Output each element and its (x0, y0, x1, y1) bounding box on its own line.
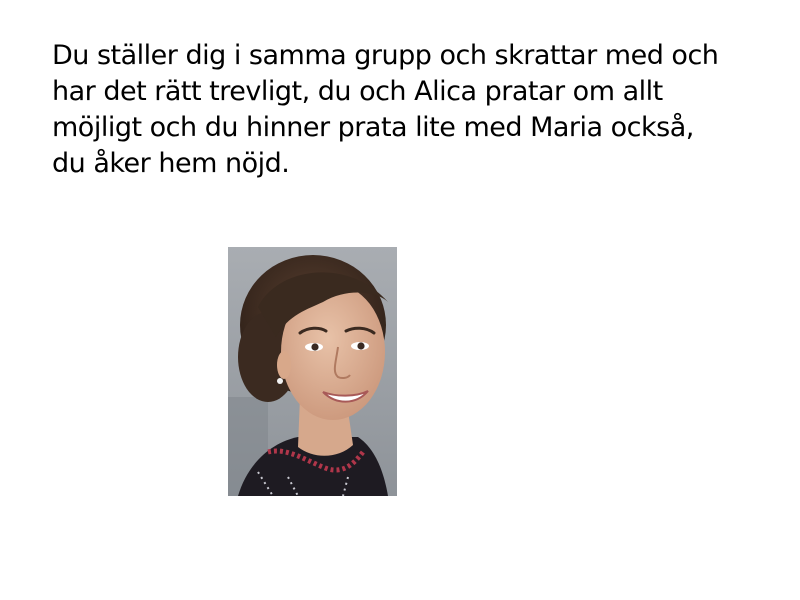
story-line: Du ställer dig i samma grupp och skratta… (52, 40, 719, 71)
story-line: möjligt och du hinner prata lite med Mar… (52, 112, 694, 143)
story-line: du åker hem nöjd. (52, 148, 290, 179)
story-line: har det rätt trevligt, du och Alica prat… (52, 76, 663, 107)
portrait-illustration (228, 247, 397, 496)
story-paragraph: Du ställer dig i samma grupp och skratta… (52, 38, 800, 182)
portrait-photo (228, 247, 397, 496)
